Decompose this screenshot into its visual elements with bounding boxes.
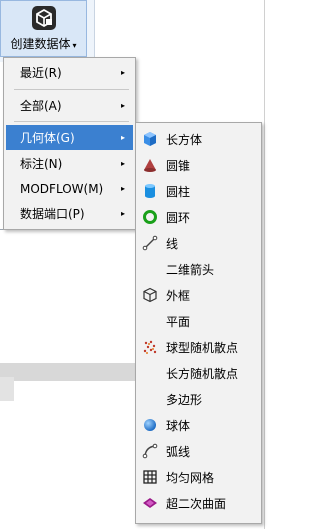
submenu-arrow-icon: ▸: [120, 184, 125, 193]
menu-item-all[interactable]: 全部(A) ▸: [6, 93, 133, 118]
create-data-object-label: 创建数据体: [10, 37, 71, 51]
menu-item-label: 线: [166, 236, 179, 251]
cone-icon: [142, 157, 158, 173]
menu-item-label: 数据端口(P): [20, 207, 85, 221]
line-icon: [142, 235, 158, 251]
submenu-arrow-icon: ▸: [120, 101, 125, 110]
submenu-arrow-icon: ▸: [120, 133, 125, 142]
menu-item-geometry[interactable]: 几何体(G) ▸: [6, 125, 133, 150]
menu-item-2d-arrow[interactable]: 二维箭头: [138, 256, 259, 282]
menu-item-uniform-grid[interactable]: 均匀网格: [138, 464, 259, 490]
menu-separator: [14, 121, 129, 122]
superquadric-icon: [142, 495, 158, 511]
submenu-arrow-icon: ▸: [120, 68, 125, 77]
menu-item-label: 标注(N): [20, 157, 63, 171]
menu-item-cone[interactable]: 圆锥: [138, 152, 259, 178]
grid-icon: [142, 469, 158, 485]
cylinder-icon: [142, 183, 158, 199]
sphere-icon: [142, 417, 158, 433]
menu-item-label: 最近(R): [20, 66, 62, 80]
background-border: [264, 0, 265, 529]
background-panel: [0, 363, 136, 381]
menu-item-superquadric[interactable]: 超二次曲面: [138, 490, 259, 516]
menu-item-spherical-random-points[interactable]: 球型随机散点: [138, 334, 259, 360]
menu-item-label: 球体: [166, 418, 191, 433]
menu-item-rectangular-random-points[interactable]: 长方随机散点: [138, 360, 259, 386]
menu-item-label: 二维箭头: [166, 262, 215, 277]
submenu-arrow-icon: ▸: [120, 209, 125, 218]
menu-item-annotation[interactable]: 标注(N) ▸: [6, 151, 133, 176]
background-panel-edge: [0, 377, 14, 401]
torus-icon: [142, 209, 158, 225]
submenu-arrow-icon: ▸: [120, 159, 125, 168]
menu-item-label: 多边形: [166, 392, 203, 407]
arc-icon: [142, 443, 158, 459]
menu-item-label: 圆环: [166, 210, 191, 225]
data-object-icon: [31, 6, 56, 30]
menu-item-label: 外框: [166, 288, 191, 303]
menu-item-label: 圆锥: [166, 158, 191, 173]
menu-item-cuboid[interactable]: 长方体: [138, 126, 259, 152]
create-data-object-button[interactable]: 创建数据体 ▾: [0, 0, 87, 57]
geometry-submenu: 长方体 圆锥 圆柱 圆环 线 二维箭头 外框 平面 球型随机散点 长方随机散点 …: [135, 122, 262, 524]
menu-item-plane[interactable]: 平面: [138, 308, 259, 334]
menu-item-label: MODFLOW(M): [20, 181, 104, 196]
menu-item-label: 长方体: [166, 132, 203, 147]
menu-item-label: 球型随机散点: [166, 340, 239, 355]
menu-item-label: 均匀网格: [166, 470, 215, 485]
menu-item-label: 全部(A): [20, 99, 62, 113]
menu-item-cylinder[interactable]: 圆柱: [138, 178, 259, 204]
menu-item-label: 几何体(G): [20, 131, 75, 145]
scatter-points-icon: [142, 339, 158, 355]
menu-item-label: 弧线: [166, 444, 191, 459]
menu-item-label: 平面: [166, 314, 191, 329]
menu-item-modflow[interactable]: MODFLOW(M) ▸: [6, 176, 133, 201]
menu-item-torus[interactable]: 圆环: [138, 204, 259, 230]
cube-icon: [142, 131, 158, 147]
menu-item-outline[interactable]: 外框: [138, 282, 259, 308]
menu-item-sphere[interactable]: 球体: [138, 412, 259, 438]
menu-item-label: 长方随机散点: [166, 366, 239, 381]
menu-item-line[interactable]: 线: [138, 230, 259, 256]
menu-item-label: 超二次曲面: [166, 496, 227, 511]
menu-item-recent[interactable]: 最近(R) ▸: [6, 60, 133, 85]
menu-item-polygon[interactable]: 多边形: [138, 386, 259, 412]
menu-item-arc[interactable]: 弧线: [138, 438, 259, 464]
menu-item-data-port[interactable]: 数据端口(P) ▸: [6, 201, 133, 226]
menu-item-label: 圆柱: [166, 184, 191, 199]
dropdown-caret-icon: ▾: [72, 41, 77, 50]
create-data-object-menu: 最近(R) ▸ 全部(A) ▸ 几何体(G) ▸ 标注(N) ▸ MODFLOW…: [3, 57, 136, 230]
menu-separator: [14, 89, 129, 90]
bounding-box-icon: [142, 287, 158, 303]
